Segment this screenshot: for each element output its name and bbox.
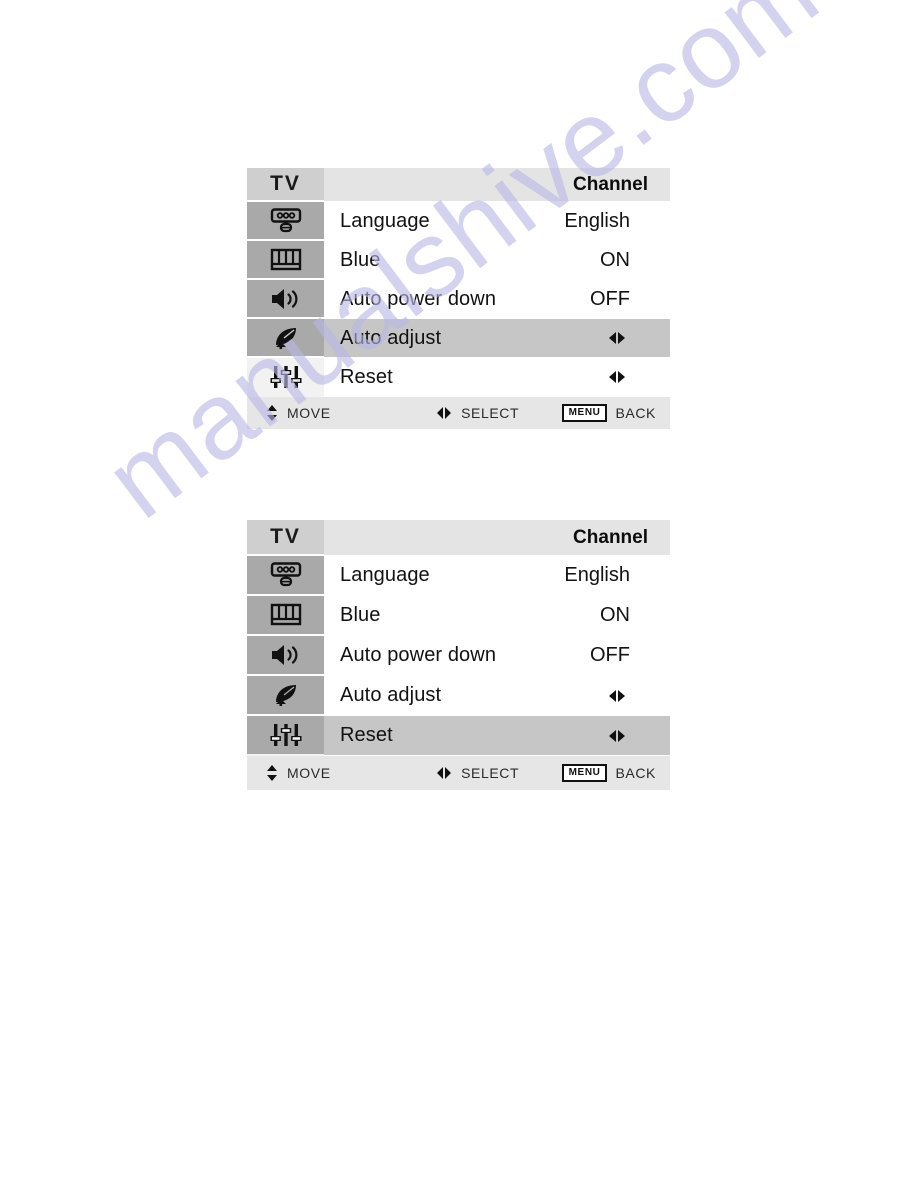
menu-item-auto-power-down[interactable]: Auto power down OFF [247,636,670,676]
menu-item-body: Auto power down OFF [324,636,670,676]
menu-item-label: Reset [340,365,393,388]
menu-item-label: Reset [340,724,393,746]
menu-item-reset[interactable]: Reset [247,358,670,397]
speaker-sound-icon [268,642,304,668]
sliders-setup-icon [268,364,304,390]
osd-menu-panel-2: TV Channel Language English Blue ON Auto… [247,520,670,790]
menu-item-body: Language English [324,202,670,241]
footer-select-hint: SELECT [435,765,519,781]
picture-screen-icon-cell [247,596,324,636]
footer-back-label: BACK [615,405,656,421]
picture-screen-icon [269,247,303,273]
setup-remote-icon-cell [247,202,324,241]
footer-move-hint: MOVE [265,404,331,422]
menu-item-body: Auto adjust [324,319,670,358]
osd-header-row: TV Channel [247,520,670,556]
up-down-arrows-icon [265,764,279,782]
menu-item-auto-power-down[interactable]: Auto power down OFF [247,280,670,319]
left-right-arrows-icon[interactable] [606,369,628,385]
left-right-arrows-icon[interactable] [606,728,628,744]
menu-item-reset[interactable]: Reset [247,716,670,756]
speaker-sound-icon [268,286,304,312]
menu-item-body: Auto power down OFF [324,280,670,319]
menu-item-value: OFF [590,644,630,666]
setup-remote-icon [269,562,303,588]
footer-select-label: SELECT [461,765,520,781]
osd-menu-panel-1: TV Channel Language English Blue ON Auto… [247,168,670,429]
setup-remote-icon [269,207,303,234]
menu-item-auto-adjust[interactable]: Auto adjust [247,319,670,358]
menu-item-body: Reset [324,358,670,397]
menu-item-body: Reset [324,716,670,756]
satellite-dish-icon [270,325,302,351]
footer-move-hint: MOVE [265,764,331,782]
footer-back-hint: MENU BACK [561,764,656,782]
left-right-arrows-icon [435,766,453,780]
menu-key-button[interactable]: MENU [561,764,608,782]
menu-item-blue[interactable]: Blue ON [247,241,670,280]
menu-item-value: OFF [590,287,630,310]
menu-item-label: Language [340,209,430,232]
menu-item-body: Blue ON [324,596,670,636]
menu-item-value: ON [600,604,630,626]
page-title: Channel [573,173,648,195]
footer-back-label: BACK [615,765,656,781]
menu-key-button[interactable]: MENU [561,404,608,422]
source-label: TV [270,172,301,195]
left-right-arrows-icon[interactable] [606,688,628,704]
sliders-setup-icon [268,722,304,748]
speaker-sound-icon-cell [247,280,324,319]
left-right-arrows-icon[interactable] [606,330,628,346]
footer-select-hint: SELECT [435,405,519,421]
up-down-arrows-icon [265,404,279,422]
osd-header-row: TV Channel [247,168,670,202]
header-title-cell: Channel [324,520,670,556]
source-cell: TV [247,168,324,202]
menu-item-value: English [564,564,630,586]
menu-item-auto-adjust[interactable]: Auto adjust [247,676,670,716]
sliders-setup-icon-cell [247,716,324,756]
menu-item-label: Auto power down [340,644,497,666]
picture-screen-icon-cell [247,241,324,280]
footer-move-label: MOVE [287,405,331,421]
satellite-dish-icon [270,682,302,708]
menu-item-label: Blue [340,248,381,271]
menu-item-label: Auto adjust [340,326,442,349]
menu-item-blue[interactable]: Blue ON [247,596,670,636]
osd-footer-bar: MOVE SELECT MENU BACK [247,397,670,429]
menu-item-body: Auto adjust [324,676,670,716]
menu-item-language[interactable]: Language English [247,556,670,596]
speaker-sound-icon-cell [247,636,324,676]
footer-back-hint: MENU BACK [561,404,656,422]
footer-move-label: MOVE [287,765,331,781]
footer-select-label: SELECT [461,405,520,421]
page-title: Channel [573,526,648,548]
menu-item-value: English [564,209,630,232]
header-title-cell: Channel [324,168,670,202]
menu-item-language[interactable]: Language English [247,202,670,241]
satellite-dish-icon-cell [247,319,324,358]
menu-item-body: Blue ON [324,241,670,280]
menu-item-label: Auto adjust [340,684,442,706]
menu-item-label: Blue [340,604,381,626]
source-cell: TV [247,520,324,556]
satellite-dish-icon-cell [247,676,324,716]
menu-item-label: Auto power down [340,287,497,310]
osd-footer-bar: MOVE SELECT MENU BACK [247,756,670,790]
menu-item-value: ON [600,248,630,271]
menu-item-label: Language [340,564,430,586]
picture-screen-icon [269,602,303,628]
setup-remote-icon-cell [247,556,324,596]
left-right-arrows-icon [435,406,453,420]
sliders-setup-icon-cell [247,358,324,397]
source-label: TV [270,525,301,548]
menu-item-body: Language English [324,556,670,596]
